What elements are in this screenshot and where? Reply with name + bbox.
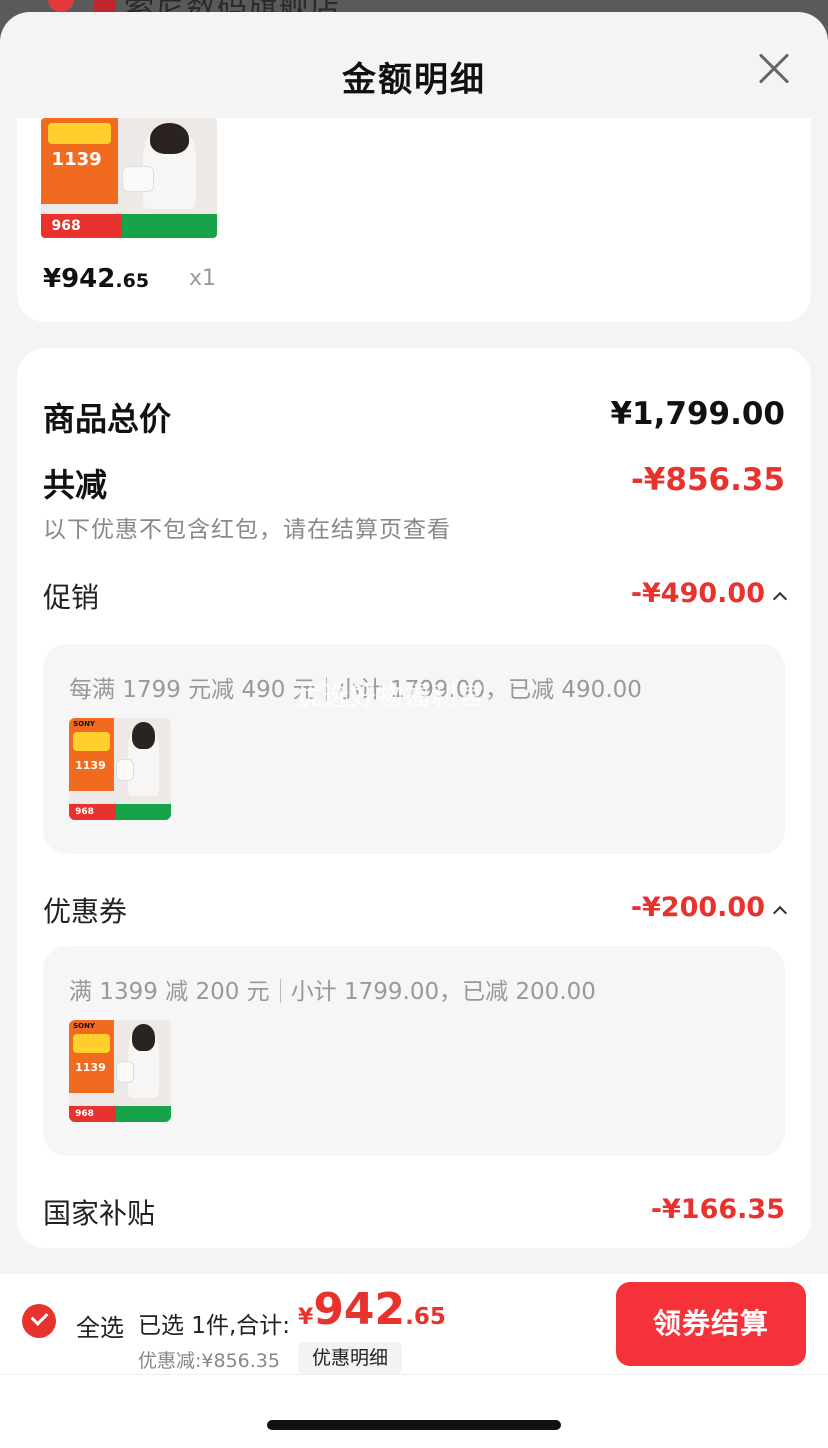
amount-detail-sheet: 金额明细 1139 968 ¥942.65 x1 商品总价 ¥1,799.00 … (0, 12, 828, 1448)
subsidy-value: -¥166.35 (650, 1194, 785, 1225)
close-icon[interactable] (752, 46, 796, 90)
home-indicator[interactable] (267, 1420, 561, 1430)
chevron-up-icon (772, 591, 788, 607)
total-price-label: 商品总价 (43, 400, 172, 438)
discount-detail-button[interactable]: 优惠明细 (298, 1342, 403, 1374)
subsidy-label: 国家补贴 (43, 1197, 156, 1230)
coupon-toggle[interactable]: -¥200.00 (630, 892, 788, 923)
checkout-bar: 全选 已选 1件,合计: ¥942.65 优惠减:¥856.35 优惠明细 领券… (0, 1274, 828, 1374)
shop-icon (94, 0, 116, 12)
art-strip-price: 968 (51, 218, 81, 235)
promo-detail-box: 每满 1799 元减 490 元小计 1799.00，已减 490.00 SON… (43, 644, 785, 854)
promo-product-thumbnail[interactable]: SONY 1139 968 (69, 718, 171, 820)
product-card: 1139 968 ¥942.65 x1 (17, 118, 811, 322)
coupon-detail-box: 满 1399 减 200 元小计 1799.00，已减 200.00 SONY … (43, 946, 785, 1156)
select-all-label[interactable]: 全选 (76, 1308, 124, 1343)
discount-note: 以下优惠不包含红包，请在结算页查看 (43, 517, 451, 543)
chevron-up-icon (772, 905, 788, 921)
coupon-label: 优惠券 (43, 895, 128, 928)
art-price: 1139 (51, 149, 102, 171)
coupon-value: -¥200.00 (630, 892, 765, 923)
sheet-title: 金额明细 (342, 60, 486, 100)
total-amount: ¥942.65 (298, 1284, 446, 1335)
product-quantity: x1 (189, 266, 217, 291)
price-breakdown-card: 商品总价 ¥1,799.00 共减 -¥856.35 以下优惠不包含红包，请在结… (17, 348, 811, 1248)
promo-toggle[interactable]: -¥490.00 (630, 578, 788, 609)
reduced-value: -¥856.35 (630, 462, 785, 498)
promo-value: -¥490.00 (630, 578, 765, 609)
select-all-checkbox[interactable] (22, 1304, 56, 1338)
product-artwork: 1139 968 (41, 118, 217, 238)
promo-detail-text: 每满 1799 元减 490 元小计 1799.00，已减 490.00 (69, 677, 642, 703)
reduced-label: 共减 (43, 466, 108, 504)
home-area (0, 1374, 828, 1448)
total-price-value: ¥1,799.00 (610, 396, 785, 432)
promo-label: 促销 (43, 581, 100, 614)
product-price: ¥942.65 (43, 264, 150, 294)
checkout-button[interactable]: 领券结算 (616, 1282, 806, 1366)
coupon-product-thumbnail[interactable]: SONY 1139 968 (69, 1020, 171, 1122)
coupon-detail-text: 满 1399 减 200 元小计 1799.00，已减 200.00 (69, 979, 596, 1005)
product-image[interactable]: 1139 968 (41, 118, 217, 238)
selected-summary: 已选 1件,合计: (138, 1313, 291, 1339)
check-icon (48, 0, 74, 12)
discount-amount: 优惠减:¥856.35 (138, 1350, 280, 1372)
